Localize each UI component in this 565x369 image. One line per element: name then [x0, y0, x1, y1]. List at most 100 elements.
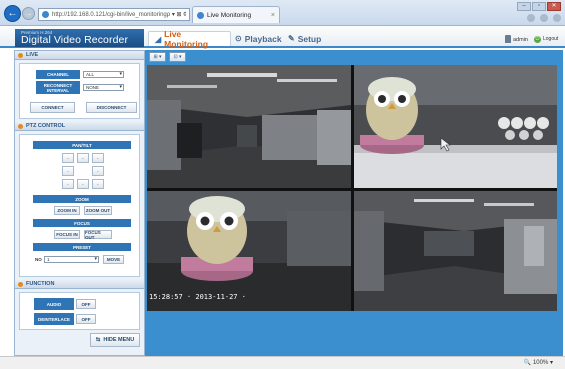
- ptz-up-button[interactable]: ·: [77, 153, 89, 163]
- connect-button[interactable]: CONNECT: [30, 102, 75, 113]
- zoom-icon: 🔍: [523, 360, 532, 366]
- deinterlace-toggle[interactable]: OFF: [76, 314, 96, 324]
- address-bar[interactable]: http://192.168.0.121/cgi-bin/live_monito…: [38, 8, 190, 21]
- camera-view-1[interactable]: [147, 65, 351, 188]
- section-bullet-icon: [18, 281, 23, 287]
- browser-tools: [527, 14, 561, 22]
- tab-live-label: Live Monitoring: [164, 29, 209, 49]
- tab-setup[interactable]: ✎ Setup: [282, 31, 327, 46]
- play-icon: ⊙: [235, 34, 242, 43]
- tab-setup-label: Setup: [297, 33, 322, 44]
- ptz-up-right-button[interactable]: ·: [92, 153, 104, 163]
- user-icon: [505, 35, 511, 43]
- camera-4-image: [354, 191, 557, 311]
- camera-view-4[interactable]: [354, 191, 557, 311]
- dvr-logo: Premium H.264 Digital Video Recorder: [15, 29, 144, 47]
- split-channel-button[interactable]: ⊡ ▾: [169, 52, 186, 62]
- minimize-button[interactable]: –: [517, 2, 531, 11]
- preset-select[interactable]: 1: [44, 256, 99, 263]
- browser-tab-title: Live Monitoring: [207, 11, 252, 19]
- camera-2-image: [354, 65, 557, 188]
- zoom-label: ZOOM: [33, 195, 131, 203]
- live-section-title: LIVE: [26, 52, 39, 58]
- channel-label: CHANNEL: [36, 70, 80, 79]
- ptz-box: PAN/TILT · · · · · · · · ZOOM ZOOM IN ZO…: [19, 134, 140, 277]
- live-box: CHANNEL ALL RECONNECT INTERVAL NONE CONN…: [19, 63, 140, 119]
- zoom-in-button[interactable]: ZOOM IN: [54, 206, 80, 215]
- focus-out-button[interactable]: FOCUS OUT: [84, 230, 112, 240]
- window-controls: – ▫ ✕: [517, 2, 561, 11]
- deinterlace-label: DEINTERLACE: [34, 313, 74, 325]
- reconnect-interval-select[interactable]: NONE: [83, 84, 124, 91]
- browser-tab[interactable]: Live Monitoring ×: [192, 6, 280, 23]
- tab-playback-label: Playback: [244, 33, 282, 44]
- function-section-header[interactable]: FUNCTION: [15, 280, 144, 289]
- app-header: Premium H.264 Digital Video Recorder ◢ L…: [0, 26, 565, 49]
- audio-label: AUDIO: [34, 298, 74, 310]
- function-box: AUDIO OFF DEINTERLACE OFF: [19, 292, 140, 330]
- zoom-value: 100%: [532, 360, 549, 366]
- hide-menu-button[interactable]: ⇆ HIDE MENU: [90, 333, 140, 347]
- focus-in-button[interactable]: FOCUS IN: [54, 230, 80, 239]
- camera-timestamp: 15:28:57 · 2013-11-27 ·: [149, 293, 246, 301]
- address-tools[interactable]: ρ ▾ ⊠ ¢: [167, 11, 189, 18]
- hide-menu-icon: ⇆: [95, 337, 101, 343]
- disconnect-button[interactable]: DISCONNECT: [86, 102, 137, 113]
- zoom-out-button[interactable]: ZOOM OUT: [84, 206, 112, 215]
- address-url: http://192.168.0.121/cgi-bin/live_monito…: [52, 11, 167, 18]
- wrench-icon: ✎: [288, 34, 295, 43]
- audio-toggle[interactable]: OFF: [76, 299, 96, 309]
- ptz-down-button[interactable]: ·: [77, 179, 89, 189]
- logout-icon: ⏻: [534, 35, 541, 43]
- ptz-left-button[interactable]: ·: [62, 166, 74, 176]
- maximize-button[interactable]: ▫: [532, 2, 546, 11]
- favorites-icon[interactable]: [540, 14, 548, 22]
- preset-move-button[interactable]: MOVE: [103, 255, 124, 264]
- close-window-button[interactable]: ✕: [547, 2, 561, 11]
- logo-title: Digital Video Recorder: [21, 34, 129, 46]
- channel-select[interactable]: ALL: [83, 71, 124, 78]
- live-section-header[interactable]: LIVE: [15, 51, 144, 60]
- username: admin: [513, 37, 528, 43]
- browser-status-bar: 🔍 100% ▾: [0, 356, 565, 369]
- section-bullet-icon: [18, 123, 23, 129]
- settings-gear-icon[interactable]: [553, 14, 561, 22]
- focus-label: FOCUS: [33, 219, 131, 227]
- chevron-down-icon: ▾: [549, 360, 553, 366]
- camera-icon: ◢: [155, 34, 162, 44]
- reconnect-interval-label: RECONNECT INTERVAL: [36, 81, 80, 94]
- hide-menu-label: HIDE MENU: [103, 337, 135, 343]
- ptz-down-right-button[interactable]: ·: [92, 179, 104, 189]
- section-bullet-icon: [18, 52, 23, 58]
- browser-chrome: ← → http://192.168.0.121/cgi-bin/live_mo…: [0, 0, 565, 26]
- zoom-level[interactable]: 🔍 100% ▾: [524, 359, 553, 366]
- tab-close-icon[interactable]: ×: [271, 12, 275, 19]
- forward-button[interactable]: →: [22, 7, 35, 20]
- pan-tilt-label: PAN/TILT: [33, 141, 131, 149]
- home-icon[interactable]: [527, 14, 535, 22]
- video-area: ⊞ ▾ ⊡ ▾ 15:28:57 · 2013-11-27 ·: [145, 50, 563, 356]
- camera-1-image: [147, 65, 351, 188]
- logout-label: Logout: [543, 36, 559, 42]
- user-info: admin: [505, 35, 528, 43]
- pan-tilt-pad: · · · · · · · ·: [62, 153, 104, 189]
- tab-page-icon: [197, 11, 204, 19]
- camera-view-3[interactable]: 15:28:57 · 2013-11-27 ·: [147, 191, 351, 311]
- preset-no-label: NO: [35, 257, 42, 262]
- ptz-right-button[interactable]: ·: [92, 166, 104, 176]
- ptz-section-title: PTZ CONTROL: [26, 123, 66, 129]
- ptz-section-header[interactable]: PTZ CONTROL: [15, 122, 144, 131]
- logout-button[interactable]: ⏻ Logout: [534, 34, 562, 44]
- control-panel: LIVE CHANNEL ALL RECONNECT INTERVAL NONE…: [14, 50, 145, 356]
- page-icon: [42, 11, 49, 18]
- function-section-title: FUNCTION: [26, 281, 55, 287]
- split-layout-button[interactable]: ⊞ ▾: [149, 52, 166, 62]
- camera-view-2[interactable]: [354, 65, 557, 188]
- ptz-up-left-button[interactable]: ·: [62, 153, 74, 163]
- preset-label: PRESET: [33, 243, 131, 251]
- back-button[interactable]: ←: [4, 5, 21, 22]
- tab-playback[interactable]: ⊙ Playback: [229, 31, 288, 46]
- tab-live-monitoring[interactable]: ◢ Live Monitoring: [148, 29, 231, 49]
- ptz-down-left-button[interactable]: ·: [62, 179, 74, 189]
- camera-grid: 15:28:57 · 2013-11-27 ·: [147, 65, 557, 311]
